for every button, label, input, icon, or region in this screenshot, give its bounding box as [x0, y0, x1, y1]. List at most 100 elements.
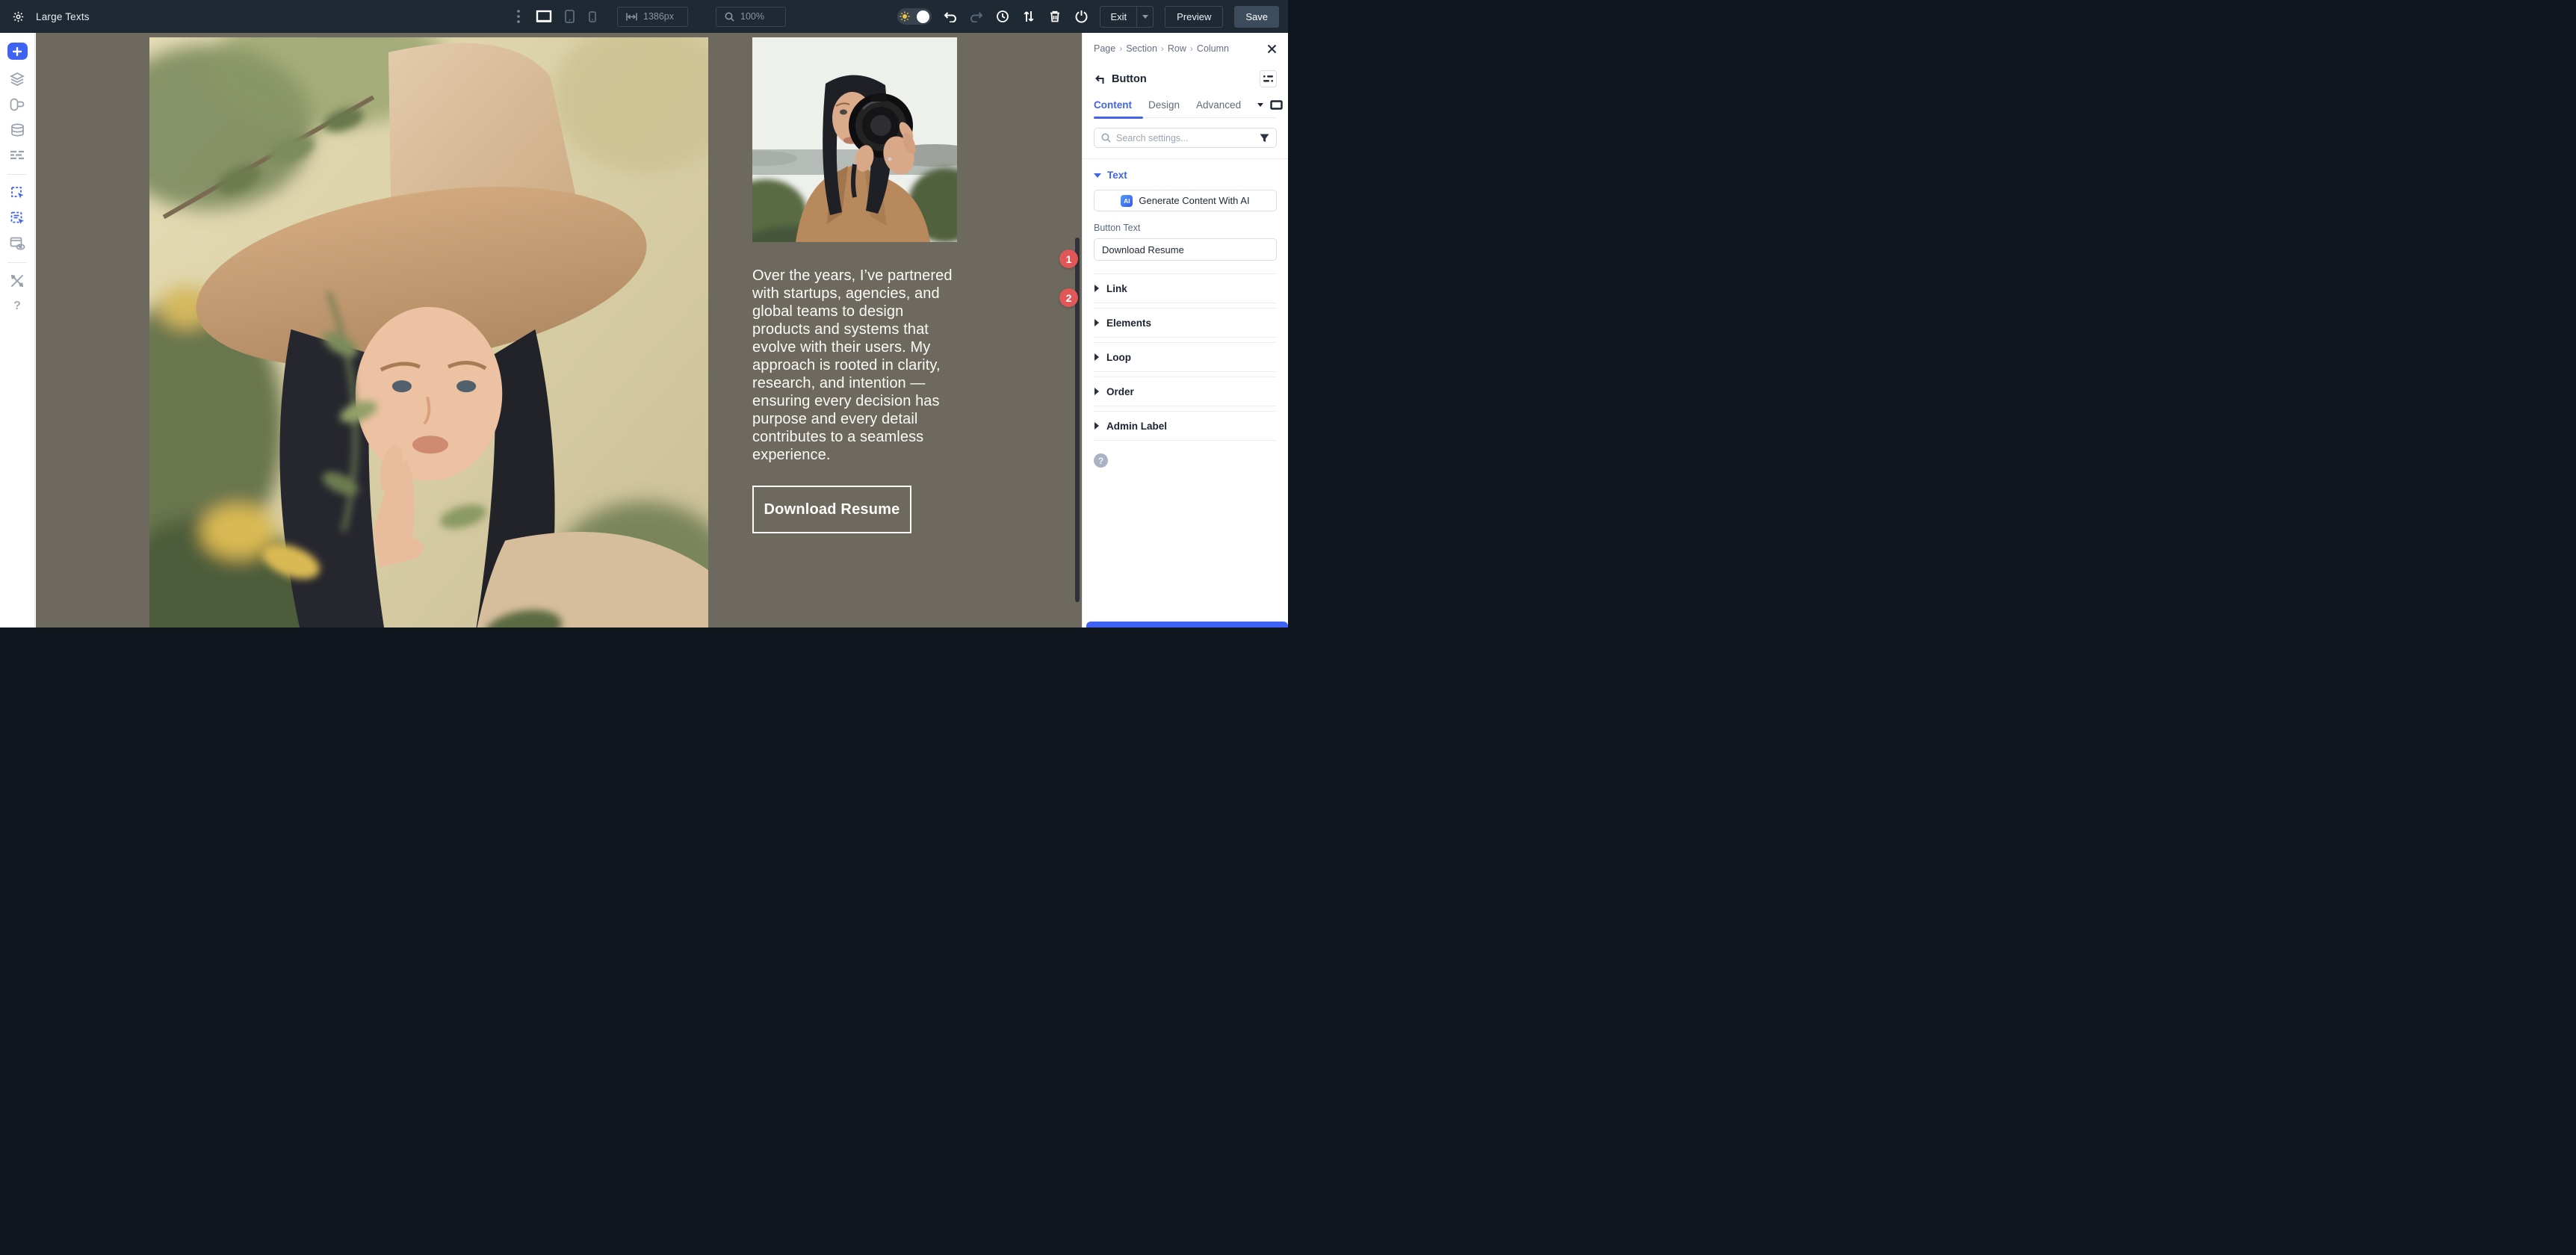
button-text-label: Button Text [1094, 223, 1277, 233]
breadcrumb-page[interactable]: Page [1094, 43, 1115, 54]
search-input[interactable] [1116, 133, 1254, 143]
annotation-badge-1: 1 [1059, 250, 1078, 268]
history-icon[interactable] [995, 7, 1010, 25]
ai-icon: AI [1121, 195, 1133, 207]
exit-split-button: Exit [1100, 6, 1154, 28]
breakpoint-desktop-icon[interactable] [1270, 100, 1283, 110]
exit-button[interactable]: Exit [1100, 7, 1136, 27]
collapsed-sections: Link Elements Loop Order Admin Label [1094, 273, 1277, 441]
breadcrumb-column[interactable]: Column [1197, 43, 1229, 54]
chevron-right-icon [1095, 388, 1099, 395]
button-text-input[interactable] [1094, 238, 1277, 261]
tab-content[interactable]: Content [1094, 99, 1132, 111]
left-sidebar: ? [0, 33, 35, 628]
divider [1083, 158, 1288, 159]
canvas-width-value: 1386px [643, 11, 674, 22]
presets-button[interactable] [1260, 70, 1277, 87]
breadcrumb: Page › Section › Row › Column [1094, 43, 1277, 54]
search-icon [1101, 133, 1111, 143]
canvas-zoom-value: 100% [740, 11, 764, 22]
text-section-title: Text [1107, 170, 1127, 181]
breadcrumb-separator: › [1119, 43, 1122, 54]
tab-design[interactable]: Design [1148, 99, 1180, 111]
select-element-mode-icon[interactable] [8, 184, 26, 202]
import-export-icon[interactable] [1021, 7, 1036, 25]
toggle-knob [917, 10, 929, 23]
chevron-right-icon [1095, 319, 1099, 326]
about-paragraph[interactable]: Over the years, I’ve partnered with star… [752, 267, 954, 464]
sidebar-divider [7, 262, 27, 263]
photographer-image[interactable] [752, 37, 957, 242]
text-fields-icon[interactable] [8, 146, 26, 164]
top-toolbar: Large Texts [0, 0, 1288, 33]
active-tab-underline [1094, 117, 1143, 119]
upgrade-banner-bar[interactable] [1086, 622, 1288, 628]
exit-dropdown-button[interactable] [1136, 7, 1153, 27]
text-section-header[interactable]: Text [1094, 170, 1277, 181]
close-icon [1267, 44, 1277, 54]
settings-panel: Page › Section › Row › Column [1082, 33, 1288, 628]
canvas-zoom-input[interactable]: 100% [716, 7, 786, 27]
generate-ai-button[interactable]: AI Generate Content With AI [1094, 190, 1277, 211]
help-icon[interactable]: ? [8, 297, 26, 315]
panel-tabs: Content Design Advanced [1094, 99, 1277, 118]
chevron-down-icon [1142, 15, 1148, 19]
element-header: Button [1094, 70, 1277, 87]
desktop-breakpoint-icon[interactable] [534, 7, 554, 25]
download-resume-button[interactable]: Download Resume [752, 486, 911, 533]
canvas-width-input[interactable]: 1386px [617, 7, 688, 27]
section-order[interactable]: Order [1094, 376, 1277, 406]
section-link[interactable]: Link [1094, 273, 1277, 303]
breadcrumb-section[interactable]: Section [1126, 43, 1157, 54]
panel-help-button[interactable]: ? [1094, 453, 1108, 468]
tablet-breakpoint-icon[interactable] [562, 7, 577, 25]
power-tools-icon[interactable] [1074, 7, 1089, 25]
section-elements[interactable]: Elements [1094, 308, 1277, 338]
layers-icon[interactable] [8, 70, 26, 88]
close-panel-button[interactable] [1267, 44, 1277, 54]
light-dark-mode-toggle[interactable] [897, 8, 932, 25]
add-element-button[interactable] [7, 43, 28, 60]
save-button[interactable]: Save [1234, 6, 1279, 28]
hero-portrait-image[interactable] [149, 37, 708, 628]
zoom-magnifier-icon [725, 12, 734, 22]
width-arrows-icon [626, 13, 637, 21]
tools-icon[interactable] [8, 272, 26, 290]
chevron-right-icon [1095, 422, 1099, 430]
filter-funnel-icon[interactable] [1260, 134, 1269, 143]
builder-app: Large Texts [0, 0, 1288, 628]
redo-icon[interactable] [969, 7, 984, 25]
generate-ai-label: Generate Content With AI [1139, 195, 1249, 206]
mobile-breakpoint-icon[interactable] [585, 7, 600, 25]
sun-icon [900, 11, 910, 22]
breadcrumb-row[interactable]: Row [1168, 43, 1186, 54]
plus-icon [13, 47, 22, 56]
tab-advanced[interactable]: Advanced [1196, 99, 1241, 111]
breadcrumb-separator: › [1190, 43, 1193, 54]
back-arrow-icon[interactable] [1094, 74, 1105, 84]
annotation-badge-2: 2 [1059, 288, 1078, 307]
database-icon[interactable] [8, 121, 26, 139]
preview-button[interactable]: Preview [1165, 6, 1223, 28]
element-title: Button [1112, 73, 1147, 85]
section-admin-label[interactable]: Admin Label [1094, 411, 1277, 441]
browser-preview-icon[interactable] [8, 235, 26, 252]
section-loop[interactable]: Loop [1094, 342, 1277, 372]
settings-search[interactable] [1094, 128, 1277, 148]
global-blocks-icon[interactable] [8, 96, 26, 114]
right-column: Over the years, I’ve partnered with star… [752, 37, 957, 533]
chevron-right-icon [1095, 285, 1099, 292]
sidebar-divider [7, 174, 27, 175]
breadcrumb-separator: › [1161, 43, 1164, 54]
more-options-kebab-icon[interactable] [511, 7, 526, 25]
presets-icon [1263, 75, 1273, 82]
page-title: Large Texts [36, 11, 90, 22]
chevron-down-icon [1094, 173, 1101, 178]
select-container-mode-icon[interactable] [8, 209, 26, 227]
tabs-dropdown-icon[interactable] [1257, 103, 1263, 107]
chevron-right-icon [1095, 353, 1099, 361]
trash-icon[interactable] [1047, 7, 1062, 25]
undo-icon[interactable] [943, 7, 958, 25]
settings-gear-icon[interactable] [10, 7, 25, 25]
canvas-viewport[interactable]: Over the years, I’ve partnered with star… [36, 33, 1082, 628]
